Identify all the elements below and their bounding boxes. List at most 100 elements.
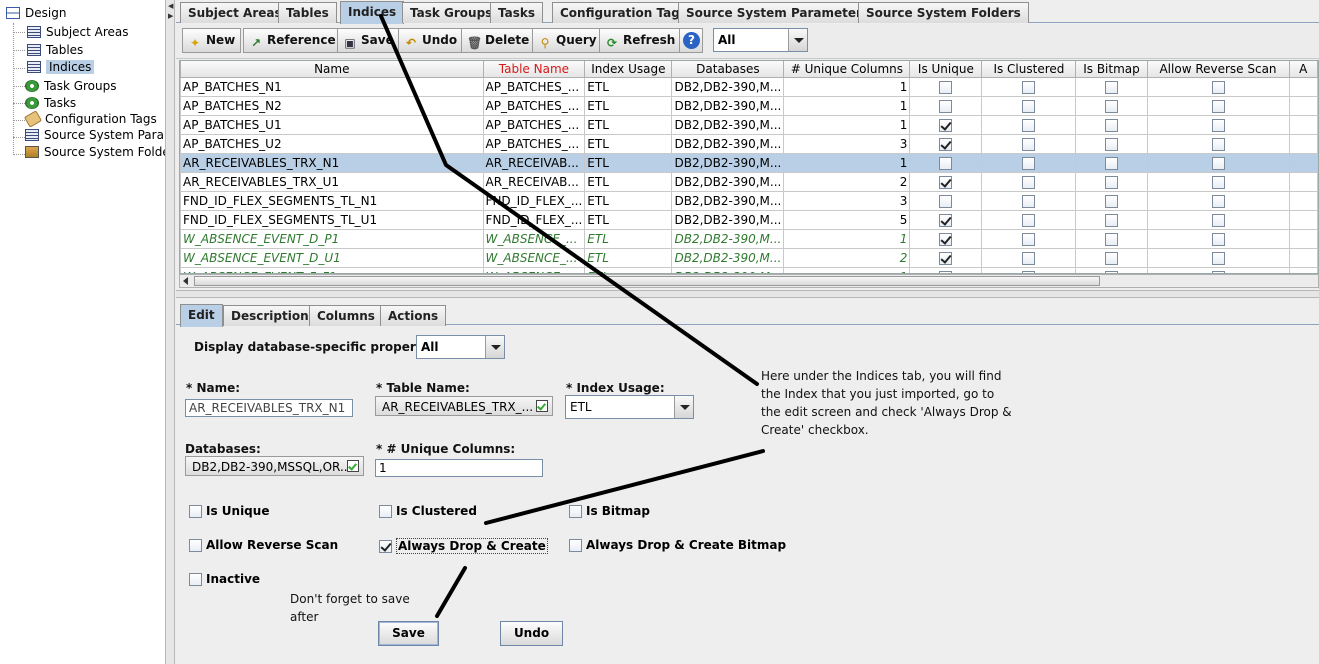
allow-reverse-scan-checkbox[interactable] [1211, 80, 1225, 94]
is-unique-checkbox[interactable] [939, 80, 953, 94]
cell-name[interactable]: AP_BATCHES_N1 [180, 76, 484, 97]
is-unique-checkbox[interactable]: Is Unique [189, 504, 269, 518]
cell-is-unique[interactable] [909, 171, 983, 192]
undo-button[interactable]: ↶ Undo [398, 28, 464, 53]
cell-databases[interactable]: DB2,DB2-390,M... [671, 266, 785, 273]
scroll-left-icon[interactable] [183, 277, 188, 285]
indices-grid[interactable]: Name Table Name Index Usage Databases # … [179, 60, 1319, 274]
is-bitmap-checkbox[interactable] [1105, 118, 1118, 132]
cell-allow-reverse-scan[interactable] [1146, 266, 1290, 273]
cell-is-bitmap[interactable] [1075, 247, 1148, 268]
table-row[interactable]: AP_BATCHES_N1 AP_BATCHES_... ETL DB2,DB2-39… [180, 76, 1318, 97]
cell-is-bitmap[interactable] [1075, 228, 1148, 249]
col-header-is-unique[interactable]: Is Unique [909, 61, 983, 78]
cell-databases[interactable]: DB2,DB2-390,M... [671, 209, 785, 230]
col-header-more[interactable]: A [1288, 61, 1318, 78]
always-drop-create-checkbox[interactable]: Always Drop & Create [379, 538, 548, 554]
is-bitmap-checkbox[interactable] [1105, 99, 1118, 113]
tree-item-source-system-folders[interactable]: Source System Folde [25, 145, 165, 159]
cell-unique-columns[interactable]: 1 [783, 266, 911, 273]
col-header-is-clustered[interactable]: Is Clustered [981, 61, 1077, 78]
cell-unique-columns[interactable]: 3 [783, 133, 911, 154]
cell-is-unique[interactable] [909, 228, 983, 249]
cell-table-name[interactable]: AR_RECEIVAB... [482, 171, 586, 192]
cell-unique-columns[interactable]: 1 [783, 152, 911, 173]
table-row[interactable]: AP_BATCHES_N2 AP_BATCHES_... ETL DB2,DB2-39… [180, 95, 1318, 116]
display-properties-select[interactable]: All [416, 335, 505, 359]
col-header-is-bitmap[interactable]: Is Bitmap [1075, 61, 1148, 78]
cell-allow-reverse-scan[interactable] [1146, 76, 1290, 97]
tab-edit[interactable]: Edit [180, 304, 223, 327]
inactive-checkbox[interactable]: Inactive [189, 572, 260, 586]
cell-name[interactable]: AP_BATCHES_U2 [180, 133, 484, 154]
cell-allow-reverse-scan[interactable] [1146, 247, 1290, 268]
is-bitmap-checkbox[interactable] [1105, 137, 1118, 151]
is-bitmap-checkbox[interactable] [1105, 232, 1118, 246]
is-clustered-checkbox[interactable] [1022, 118, 1036, 132]
tree-item-tables[interactable]: Tables [27, 43, 83, 57]
cell-is-bitmap[interactable] [1075, 133, 1148, 154]
cell-unique-columns[interactable]: 2 [783, 247, 911, 268]
cell-is-clustered[interactable] [981, 114, 1077, 135]
cell-is-clustered[interactable] [981, 247, 1077, 268]
cell-is-unique[interactable] [909, 95, 983, 116]
col-header-index-usage[interactable]: Index Usage [584, 61, 673, 78]
cell-is-bitmap[interactable] [1075, 152, 1148, 173]
save-button[interactable]: ▣ Save [337, 28, 400, 53]
cell-name[interactable]: AP_BATCHES_U1 [180, 114, 484, 135]
cell-is-bitmap[interactable] [1075, 190, 1148, 211]
col-header-table-name[interactable]: Table Name [482, 61, 586, 78]
cell-databases[interactable]: DB2,DB2-390,M... [671, 171, 785, 192]
tab-source-system-folders[interactable]: Source System Folders [858, 2, 1029, 23]
is-clustered-checkbox[interactable] [1022, 194, 1036, 208]
allow-reverse-scan-checkbox[interactable] [1211, 118, 1225, 132]
is-clustered-checkbox[interactable] [1022, 251, 1036, 265]
is-unique-checkbox[interactable] [939, 251, 953, 265]
cell-is-clustered[interactable] [981, 266, 1077, 273]
cell-table-name[interactable]: W_ABSENCE_... [482, 266, 586, 273]
cell-index-usage[interactable]: ETL [584, 152, 673, 173]
cell-allow-reverse-scan[interactable] [1146, 152, 1290, 173]
cell-is-bitmap[interactable] [1075, 95, 1148, 116]
edit-icon[interactable] [347, 460, 359, 472]
new-button[interactable]: ✦ New [182, 28, 242, 53]
always-drop-create-bitmap-checkbox[interactable]: Always Drop & Create Bitmap [569, 538, 786, 552]
cell-unique-columns[interactable]: 1 [783, 228, 911, 249]
allow-reverse-scan-checkbox[interactable] [1211, 251, 1225, 265]
is-bitmap-checkbox[interactable] [1105, 175, 1118, 189]
allow-reverse-scan-checkbox[interactable]: Allow Reverse Scan [189, 538, 338, 552]
is-unique-checkbox[interactable] [939, 194, 953, 208]
cell-is-unique[interactable] [909, 114, 983, 135]
index-usage-select[interactable]: ETL [565, 395, 694, 419]
table-name-picker[interactable]: AR_RECEIVABLES_TRX_... [375, 396, 553, 416]
cell-is-bitmap[interactable] [1075, 266, 1148, 273]
is-bitmap-checkbox[interactable] [1105, 156, 1118, 170]
chevron-down-icon[interactable] [788, 29, 807, 51]
table-row[interactable]: AR_RECEIVABLES_TRX_N1 AR_RECEIVAB... ETL DB… [180, 152, 1318, 173]
table-row[interactable]: FND_ID_FLEX_SEGMENTS_TL_U1 FND_ID_FLEX_..… [180, 209, 1318, 230]
cell-table-name[interactable]: AP_BATCHES_... [482, 114, 586, 135]
cell-is-unique[interactable] [909, 133, 983, 154]
cell-databases[interactable]: DB2,DB2-390,M... [671, 247, 785, 268]
cell-allow-reverse-scan[interactable] [1146, 95, 1290, 116]
cell-is-clustered[interactable] [981, 209, 1077, 230]
cell-index-usage[interactable]: ETL [584, 95, 673, 116]
table-row[interactable]: W_ABSENCE_EVENT_F_F1W_ABSENCE_...ETLDB2,… [180, 266, 1318, 273]
cell-is-unique[interactable] [909, 190, 983, 211]
cell-table-name[interactable]: W_ABSENCE_... [482, 247, 586, 268]
refresh-button[interactable]: ⟳ Refresh [599, 28, 682, 53]
is-unique-checkbox[interactable] [939, 118, 953, 132]
tab-indices[interactable]: Indices [340, 1, 405, 24]
table-row[interactable]: AP_BATCHES_U1 AP_BATCHES_... ETL DB2,DB2-39… [180, 114, 1318, 135]
cell-index-usage[interactable]: ETL [584, 247, 673, 268]
is-clustered-checkbox[interactable]: Is Clustered [379, 504, 477, 518]
cell-name[interactable]: W_ABSENCE_EVENT_D_U1 [180, 247, 484, 268]
cell-table-name[interactable]: AP_BATCHES_... [482, 76, 586, 97]
is-unique-checkbox[interactable] [939, 175, 953, 189]
tree-item-configuration-tags[interactable]: Configuration Tags [23, 110, 157, 128]
databases-picker[interactable]: DB2,DB2-390,MSSQL,OR... [185, 456, 364, 476]
allow-reverse-scan-checkbox[interactable] [1211, 156, 1225, 170]
filter-select[interactable]: All [713, 28, 808, 52]
tab-source-system-parameters[interactable]: Source System Parameters [678, 2, 878, 23]
cell-is-unique[interactable] [909, 247, 983, 268]
